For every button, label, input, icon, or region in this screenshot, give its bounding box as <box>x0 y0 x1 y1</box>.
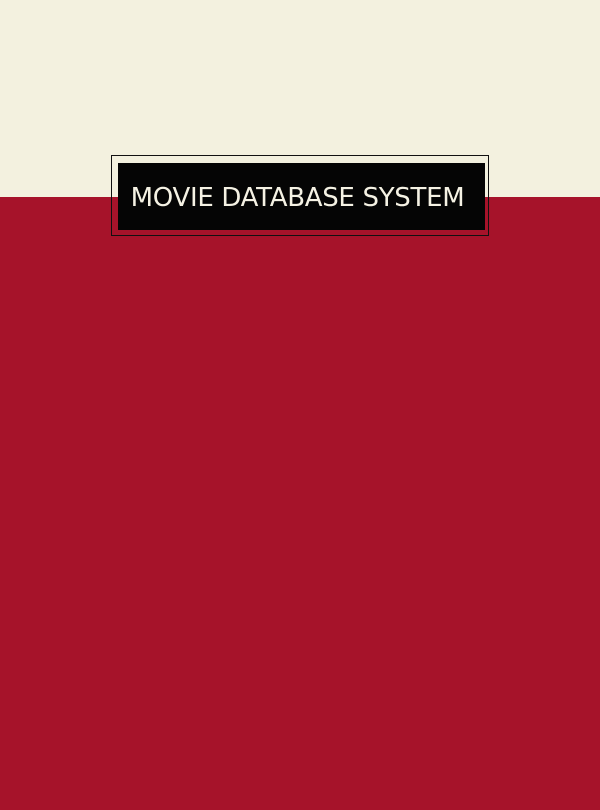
title-banner: MOVIE DATABASE SYSTEM <box>118 163 485 230</box>
main-background-area <box>0 197 600 810</box>
page-title: MOVIE DATABASE SYSTEM <box>130 182 465 213</box>
